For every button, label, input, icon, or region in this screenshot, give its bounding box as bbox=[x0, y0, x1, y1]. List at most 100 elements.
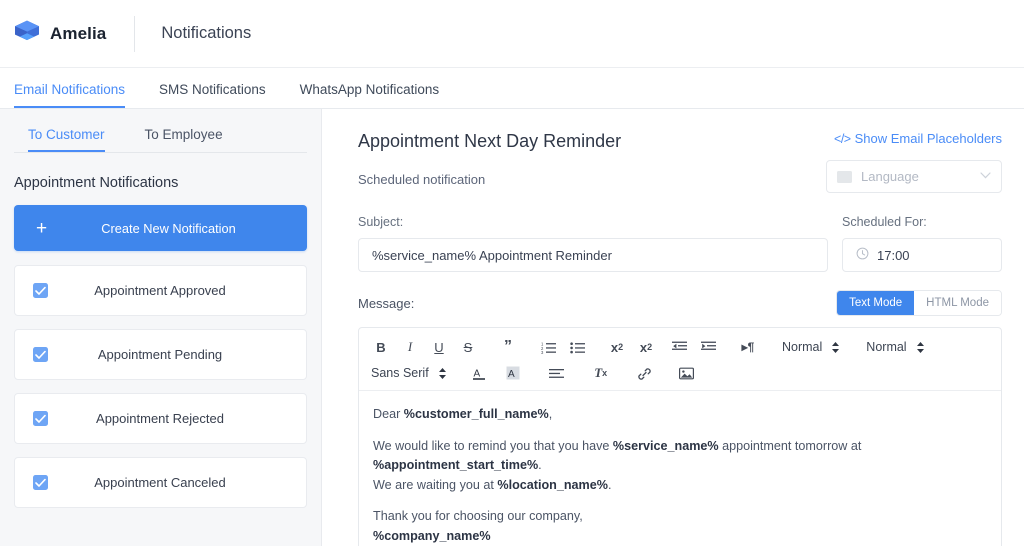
recipient-subtabs: To Customer To Employee bbox=[14, 109, 307, 153]
editor-mode-toggle: Text Mode HTML Mode bbox=[836, 290, 1002, 316]
list-item-label: Appointment Pending bbox=[97, 347, 223, 362]
editor-header-left: Appointment Next Day Reminder Scheduled … bbox=[358, 131, 621, 187]
chevron-updown-icon bbox=[916, 341, 925, 354]
font-family-select-value: Sans Serif bbox=[371, 366, 429, 380]
chevron-updown-icon bbox=[438, 367, 447, 380]
subject-input[interactable]: %service_name% Appointment Reminder bbox=[358, 238, 828, 272]
bold-icon[interactable]: B bbox=[371, 337, 391, 357]
editor-header: Appointment Next Day Reminder Scheduled … bbox=[358, 131, 1002, 193]
tab-sms-notifications[interactable]: SMS Notifications bbox=[159, 82, 266, 108]
font-family-select[interactable]: Sans Serif bbox=[371, 366, 447, 380]
toolbar-row-1: B I U S ” 123 x2 x 2 ▸¶ Normal Normal bbox=[371, 336, 989, 358]
italic-icon[interactable]: I bbox=[400, 337, 420, 357]
svg-text:A: A bbox=[508, 369, 515, 380]
fields-row: Subject: %service_name% Appointment Remi… bbox=[358, 215, 1002, 272]
message-line-1: Dear %customer_full_name%, bbox=[373, 405, 987, 425]
scheduled-for-input[interactable]: 17:00 bbox=[842, 238, 1002, 272]
list-item-label: Appointment Canceled bbox=[94, 475, 226, 490]
notification-list: Appointment Approved Appointment Pending… bbox=[14, 265, 307, 508]
font-size-select-value: Normal bbox=[866, 340, 907, 354]
list-item[interactable]: Appointment Approved bbox=[14, 265, 307, 316]
message-line-3-post: . bbox=[607, 477, 612, 492]
message-line-2-pre: We would like to remind you that you hav… bbox=[373, 438, 613, 453]
subject-label: Subject: bbox=[358, 215, 404, 229]
tab-whatsapp-notifications[interactable]: WhatsApp Notifications bbox=[300, 82, 440, 108]
top-bar: Amelia Notifications bbox=[0, 0, 1024, 68]
scheduled-for-field-group: Scheduled For: 17:00 bbox=[842, 215, 1002, 272]
rich-text-editor: B I U S ” 123 x2 x 2 ▸¶ Normal Normal Sa… bbox=[358, 327, 1002, 546]
editor-header-right: </> Show Email Placeholders Language bbox=[826, 131, 1002, 193]
subscript-icon[interactable]: x2 bbox=[607, 337, 627, 357]
create-new-notification-label: Create New Notification bbox=[101, 220, 236, 236]
svg-text:A: A bbox=[473, 368, 480, 379]
link-icon[interactable] bbox=[635, 363, 655, 383]
amelia-cube-logo-icon bbox=[14, 20, 40, 48]
blockquote-icon[interactable]: ” bbox=[498, 337, 518, 357]
list-item[interactable]: Appointment Pending bbox=[14, 329, 307, 380]
superscript-icon[interactable]: x2 bbox=[636, 337, 656, 357]
message-line-3-pre: We are waiting you at bbox=[373, 477, 498, 492]
message-line-1-pre: Dear bbox=[373, 407, 404, 421]
list-item-label: Appointment Rejected bbox=[96, 411, 224, 426]
text-mode-button[interactable]: Text Mode bbox=[837, 291, 915, 315]
tab-email-notifications[interactable]: Email Notifications bbox=[14, 82, 126, 108]
editor-toolbar: B I U S ” 123 x2 x 2 ▸¶ Normal Normal Sa… bbox=[359, 328, 1001, 391]
chevron-updown-icon bbox=[831, 341, 840, 354]
message-line-3: We are waiting you at %location_name%. bbox=[373, 476, 987, 496]
placeholder-appointment-start-time: %appointment_start_time% bbox=[373, 458, 539, 473]
text-direction-icon[interactable]: ▸¶ bbox=[738, 337, 758, 357]
flag-icon bbox=[837, 170, 852, 183]
subject-field-group: Subject: %service_name% Appointment Remi… bbox=[358, 215, 828, 272]
language-select[interactable]: Language bbox=[826, 160, 1002, 193]
notification-group-title: Appointment Notifications bbox=[14, 175, 179, 191]
placeholder-customer-full-name: %customer_full_name% bbox=[403, 407, 549, 421]
page-title: Notifications bbox=[161, 24, 252, 42]
notification-enabled-checkbox[interactable] bbox=[33, 347, 48, 362]
underline-icon[interactable]: U bbox=[429, 337, 449, 357]
notification-enabled-checkbox[interactable] bbox=[33, 283, 48, 298]
notification-title: Appointment Next Day Reminder bbox=[358, 131, 622, 151]
subtab-to-customer[interactable]: To Customer bbox=[28, 127, 105, 152]
list-item[interactable]: Appointment Canceled bbox=[14, 457, 307, 508]
outdent-icon[interactable] bbox=[669, 337, 689, 357]
heading-select[interactable]: Normal bbox=[782, 340, 840, 354]
indent-icon[interactable] bbox=[698, 337, 718, 357]
notification-channel-tabs: Email Notifications SMS Notifications Wh… bbox=[0, 68, 1024, 109]
notification-enabled-checkbox[interactable] bbox=[33, 411, 48, 426]
toolbar-row-2: Sans Serif A A T x bbox=[371, 362, 989, 384]
notification-editor-panel: Appointment Next Day Reminder Scheduled … bbox=[322, 109, 1024, 546]
notification-enabled-checkbox[interactable] bbox=[33, 475, 48, 490]
background-color-icon[interactable]: A bbox=[503, 363, 523, 383]
text-color-icon[interactable]: A bbox=[469, 363, 489, 383]
placeholder-service-name: %service_name% bbox=[612, 438, 719, 453]
plus-icon: + bbox=[36, 217, 48, 239]
list-item[interactable]: Appointment Rejected bbox=[14, 393, 307, 444]
scheduled-for-value: 17:00 bbox=[877, 247, 910, 263]
brand-name: Amelia bbox=[50, 23, 107, 43]
bullet-list-icon[interactable] bbox=[567, 337, 587, 357]
image-icon[interactable] bbox=[677, 363, 697, 383]
clear-formatting-icon[interactable]: Tx bbox=[591, 363, 611, 383]
message-line-2: We would like to remind you that you hav… bbox=[373, 437, 987, 476]
message-line-5: %company_name% bbox=[373, 527, 987, 546]
font-size-select[interactable]: Normal bbox=[866, 340, 924, 354]
list-item-label: Appointment Approved bbox=[94, 283, 226, 298]
clock-icon bbox=[856, 247, 869, 263]
language-select-placeholder: Language bbox=[861, 169, 919, 184]
strikethrough-icon[interactable]: S bbox=[458, 337, 478, 357]
subtab-to-employee[interactable]: To Employee bbox=[145, 127, 223, 152]
ordered-list-icon[interactable]: 123 bbox=[538, 337, 558, 357]
html-mode-button[interactable]: HTML Mode bbox=[914, 291, 1001, 315]
show-email-placeholders-link[interactable]: </> Show Email Placeholders bbox=[826, 131, 1002, 146]
content-area: To Customer To Employee Appointment Noti… bbox=[0, 109, 1024, 546]
heading-select-value: Normal bbox=[782, 340, 823, 354]
message-line-2-post: . bbox=[538, 458, 542, 473]
show-email-placeholders-label: Show Email Placeholders bbox=[854, 131, 1002, 146]
scheduled-for-label: Scheduled For: bbox=[842, 215, 927, 229]
create-new-notification-button[interactable]: + Create New Notification bbox=[14, 205, 307, 251]
message-body-editor[interactable]: Dear %customer_full_name%, We would like… bbox=[359, 391, 1001, 546]
svg-text:3: 3 bbox=[541, 350, 544, 354]
align-icon[interactable] bbox=[547, 363, 567, 383]
